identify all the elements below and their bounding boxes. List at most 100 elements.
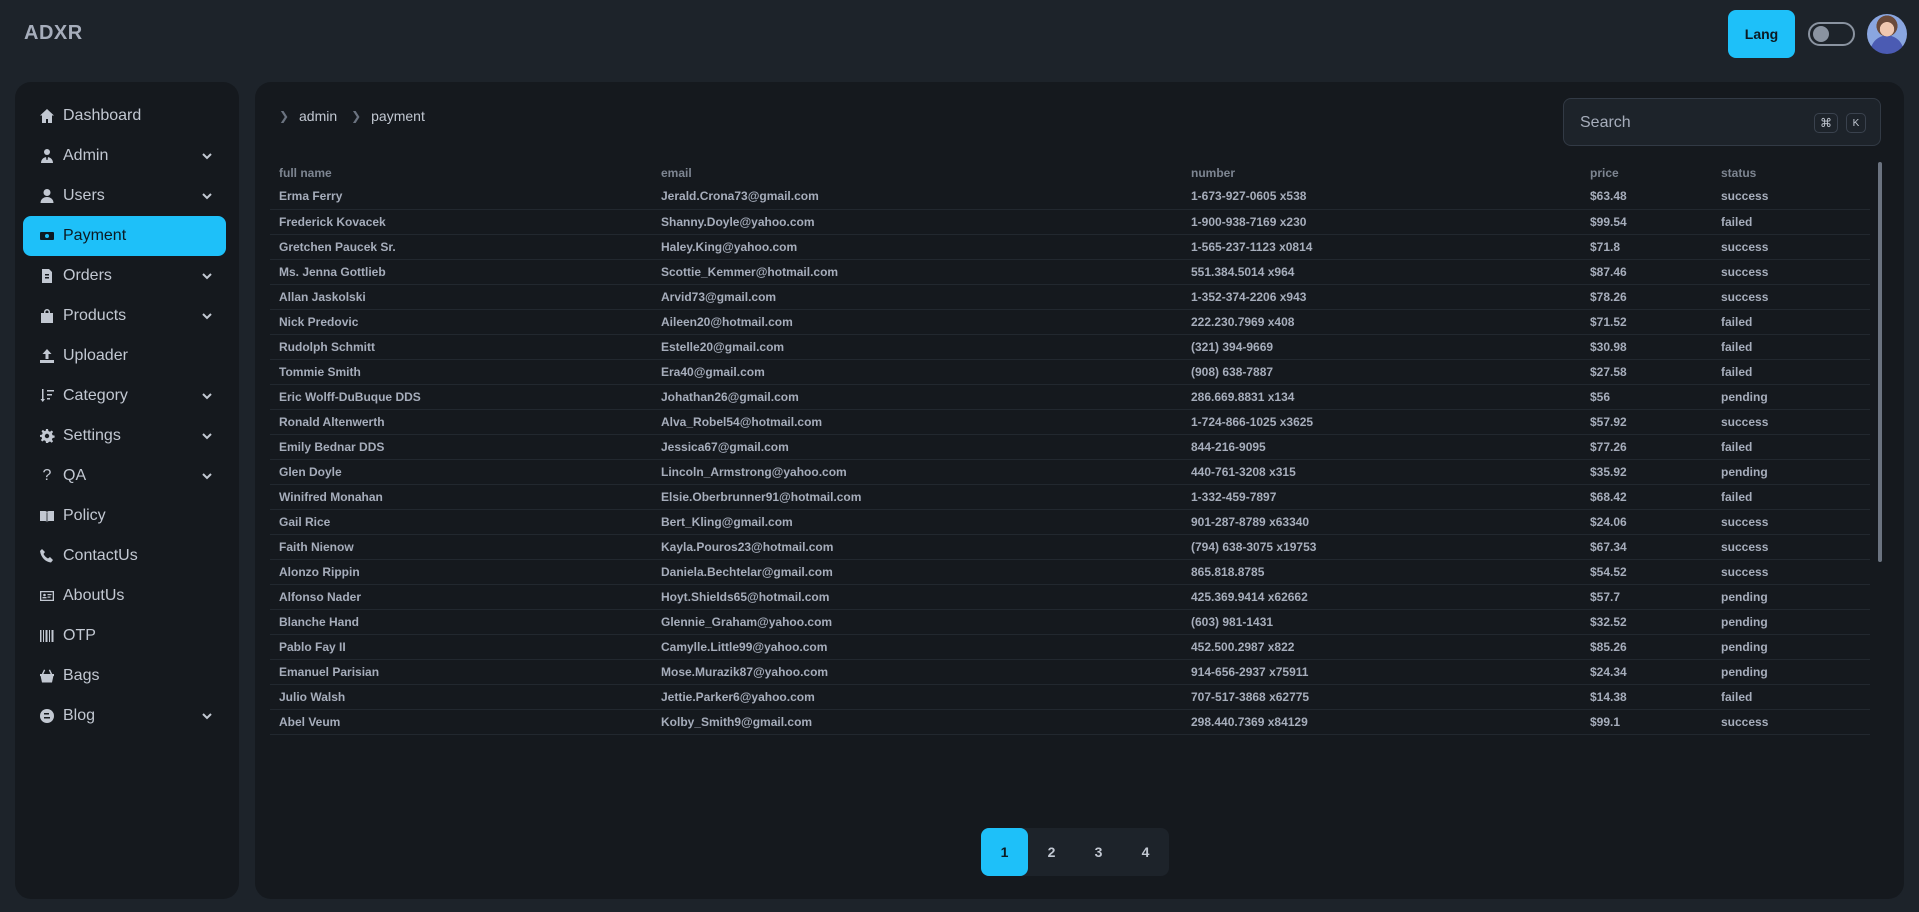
- cell-email: Jessica67@gmail.com: [652, 434, 1182, 460]
- sidebar-item-dashboard[interactable]: Dashboard: [23, 96, 226, 136]
- payments-table-container[interactable]: full name email number price status Erma…: [270, 162, 1880, 742]
- sidebar-item-label: Admin: [63, 147, 109, 164]
- table-scrollbar[interactable]: [1878, 162, 1882, 562]
- cell-number: 551.384.5014 x964: [1182, 259, 1581, 285]
- payments-table: full name email number price status Erma…: [270, 162, 1870, 742]
- sidebar-item-category[interactable]: Category: [23, 376, 226, 416]
- table-row[interactable]: Abel Veum Kolby_Smith9@gmail.com 298.440.7…: [270, 709, 1870, 735]
- cell-full-name: Glen Doyle: [270, 459, 652, 485]
- basket-icon: [39, 668, 55, 684]
- chevron-down-icon: [200, 429, 214, 443]
- cell-email: Scottie_Kemmer@hotmail.com: [652, 259, 1182, 285]
- language-button[interactable]: Lang: [1728, 10, 1795, 58]
- theme-toggle[interactable]: [1808, 22, 1855, 46]
- table-row[interactable]: Ronald Altenwerth Alva_Robel54@hotmail.co…: [270, 409, 1870, 435]
- table-row[interactable]: Rudolph Schmitt Estelle20@gmail.com (321) …: [270, 334, 1870, 360]
- table-row[interactable]: Alonzo Rippin Daniela.Bechtelar@gmail.com…: [270, 559, 1870, 585]
- sidebar-item-label: Category: [63, 387, 128, 404]
- sidebar-item-products[interactable]: Products: [23, 296, 226, 336]
- sidebar-item-label: Users: [63, 187, 105, 204]
- sidebar-item-orders[interactable]: Orders: [23, 256, 226, 296]
- cell-status: failed: [1712, 359, 1870, 385]
- cell-email: Daniela.Bechtelar@gmail.com: [652, 559, 1182, 585]
- column-header-full-name: full name: [279, 166, 332, 180]
- cell-full-name: Gail Rice: [270, 509, 652, 535]
- breadcrumb-item-admin[interactable]: admin: [299, 108, 337, 124]
- sidebar-item-users[interactable]: Users: [23, 176, 226, 216]
- cell-email: Arvid73@gmail.com: [652, 284, 1182, 310]
- cell-full-name: Tommie Smith: [270, 359, 652, 385]
- cell-price: $27.58: [1581, 359, 1712, 385]
- page-button-1[interactable]: 1: [981, 828, 1028, 876]
- page-button-3[interactable]: 3: [1075, 828, 1122, 876]
- cell-status: pending: [1712, 384, 1870, 410]
- cell-status: failed: [1712, 484, 1870, 510]
- table-row[interactable]: Julio Walsh Jettie.Parker6@yahoo.com 707-5…: [270, 684, 1870, 710]
- sidebar-item-aboutus[interactable]: AboutUs: [23, 576, 226, 616]
- sidebar-item-label: AboutUs: [63, 587, 125, 604]
- table-row[interactable]: Gail Rice Bert_Kling@gmail.com 901-287-878…: [270, 509, 1870, 535]
- chevron-right-icon: ❯: [279, 109, 290, 123]
- page-button-4[interactable]: 4: [1122, 828, 1169, 876]
- id-card-icon: [39, 588, 55, 604]
- table-row[interactable]: Blanche Hand Glennie_Graham@yahoo.com (603…: [270, 609, 1870, 635]
- cell-status: failed: [1712, 334, 1870, 360]
- sidebar-item-contactus[interactable]: ContactUs: [23, 536, 226, 576]
- table-row[interactable]: Nick Predovic Aileen20@hotmail.com 222.230…: [270, 309, 1870, 335]
- cell-status: pending: [1712, 609, 1870, 635]
- table-row[interactable]: Winifred Monahan Elsie.Oberbrunner91@hotm…: [270, 484, 1870, 510]
- cell-email: Estelle20@gmail.com: [652, 334, 1182, 360]
- sidebar-item-label: Bags: [63, 667, 100, 684]
- table-row[interactable]: Tommie Smith Era40@gmail.com (908) 638-788…: [270, 359, 1870, 385]
- sidebar-item-policy[interactable]: Policy: [23, 496, 226, 536]
- table-row[interactable]: Erma Ferry Jerald.Crona73@gmail.com 1-673-…: [270, 184, 1870, 210]
- cell-email: Era40@gmail.com: [652, 359, 1182, 385]
- cell-email: Haley.King@yahoo.com: [652, 234, 1182, 260]
- table-row[interactable]: Gretchen Paucek Sr. Haley.King@yahoo.com 1…: [270, 234, 1870, 260]
- cell-status: success: [1712, 259, 1870, 285]
- sidebar-item-uploader[interactable]: Uploader: [23, 336, 226, 376]
- sidebar-item-payment[interactable]: Payment: [23, 216, 226, 256]
- chevron-down-icon: [200, 189, 214, 203]
- sidebar-item-label: Settings: [63, 427, 121, 444]
- table-row[interactable]: Rose TurnerDon28@hotmail.com(399) 530-31…: [270, 734, 1870, 742]
- table-row[interactable]: Ms. Jenna Gottlieb Scottie_Kemmer@hotmail…: [270, 259, 1870, 285]
- sidebar-item-admin[interactable]: Admin: [23, 136, 226, 176]
- money-icon: [39, 228, 55, 244]
- page-button-2[interactable]: 2: [1028, 828, 1075, 876]
- cell-full-name: Winifred Monahan: [270, 484, 652, 510]
- cell-email: Kolby_Smith9@gmail.com: [652, 709, 1182, 735]
- cell-full-name: Alonzo Rippin: [270, 559, 652, 585]
- table-row[interactable]: Alfonso Nader Hoyt.Shields65@hotmail.com 4…: [270, 584, 1870, 610]
- brand-logo[interactable]: ADXR: [24, 22, 83, 45]
- avatar[interactable]: [1867, 14, 1907, 54]
- cell-price: $87.46: [1581, 259, 1712, 285]
- table-row[interactable]: Glen Doyle Lincoln_Armstrong@yahoo.com 440…: [270, 459, 1870, 485]
- table-row[interactable]: Eric Wolff-DuBuque DDS Johathan26@gmail.c…: [270, 384, 1870, 410]
- bag-icon: [39, 308, 55, 324]
- cell-full-name: Eric Wolff-DuBuque DDS: [270, 384, 652, 410]
- table-row[interactable]: Pablo Fay II Camylle.Little99@yahoo.com 45…: [270, 634, 1870, 660]
- cell-full-name: Faith Nienow: [270, 534, 652, 560]
- sidebar-item-otp[interactable]: OTP: [23, 616, 226, 656]
- table-row[interactable]: Emanuel Parisian Mose.Murazik87@yahoo.com…: [270, 659, 1870, 685]
- cell-number: 298.440.7369 x84129: [1182, 709, 1581, 735]
- cell-status: success: [1712, 234, 1870, 260]
- cell-price: $67.34: [1581, 534, 1712, 560]
- cell-email: Jerald.Crona73@gmail.com: [652, 184, 1182, 210]
- table-row[interactable]: Allan Jaskolski Arvid73@gmail.com 1-352-37…: [270, 284, 1870, 310]
- chevron-down-icon: [200, 309, 214, 323]
- command-key-hint: ⌘: [1814, 113, 1838, 133]
- cell-number: 865.818.8785: [1182, 559, 1581, 585]
- sidebar-item-bags[interactable]: Bags: [23, 656, 226, 696]
- search-placeholder: Search: [1580, 114, 1631, 131]
- sidebar-item-label: Blog: [63, 707, 96, 724]
- table-row[interactable]: Emily Bednar DDS Jessica67@gmail.com 844-2…: [270, 434, 1870, 460]
- table-row[interactable]: Frederick Kovacek Shanny.Doyle@yahoo.com 1…: [270, 209, 1870, 235]
- search-input[interactable]: Search ⌘ K: [1563, 98, 1881, 146]
- sidebar-item-settings[interactable]: Settings: [23, 416, 226, 456]
- sidebar-item-blog[interactable]: Blog: [23, 696, 226, 736]
- table-row[interactable]: Faith Nienow Kayla.Pouros23@hotmail.com (7…: [270, 534, 1870, 560]
- sidebar-item-qa[interactable]: ? QA: [23, 456, 226, 496]
- cell-status: failed: [1712, 434, 1870, 460]
